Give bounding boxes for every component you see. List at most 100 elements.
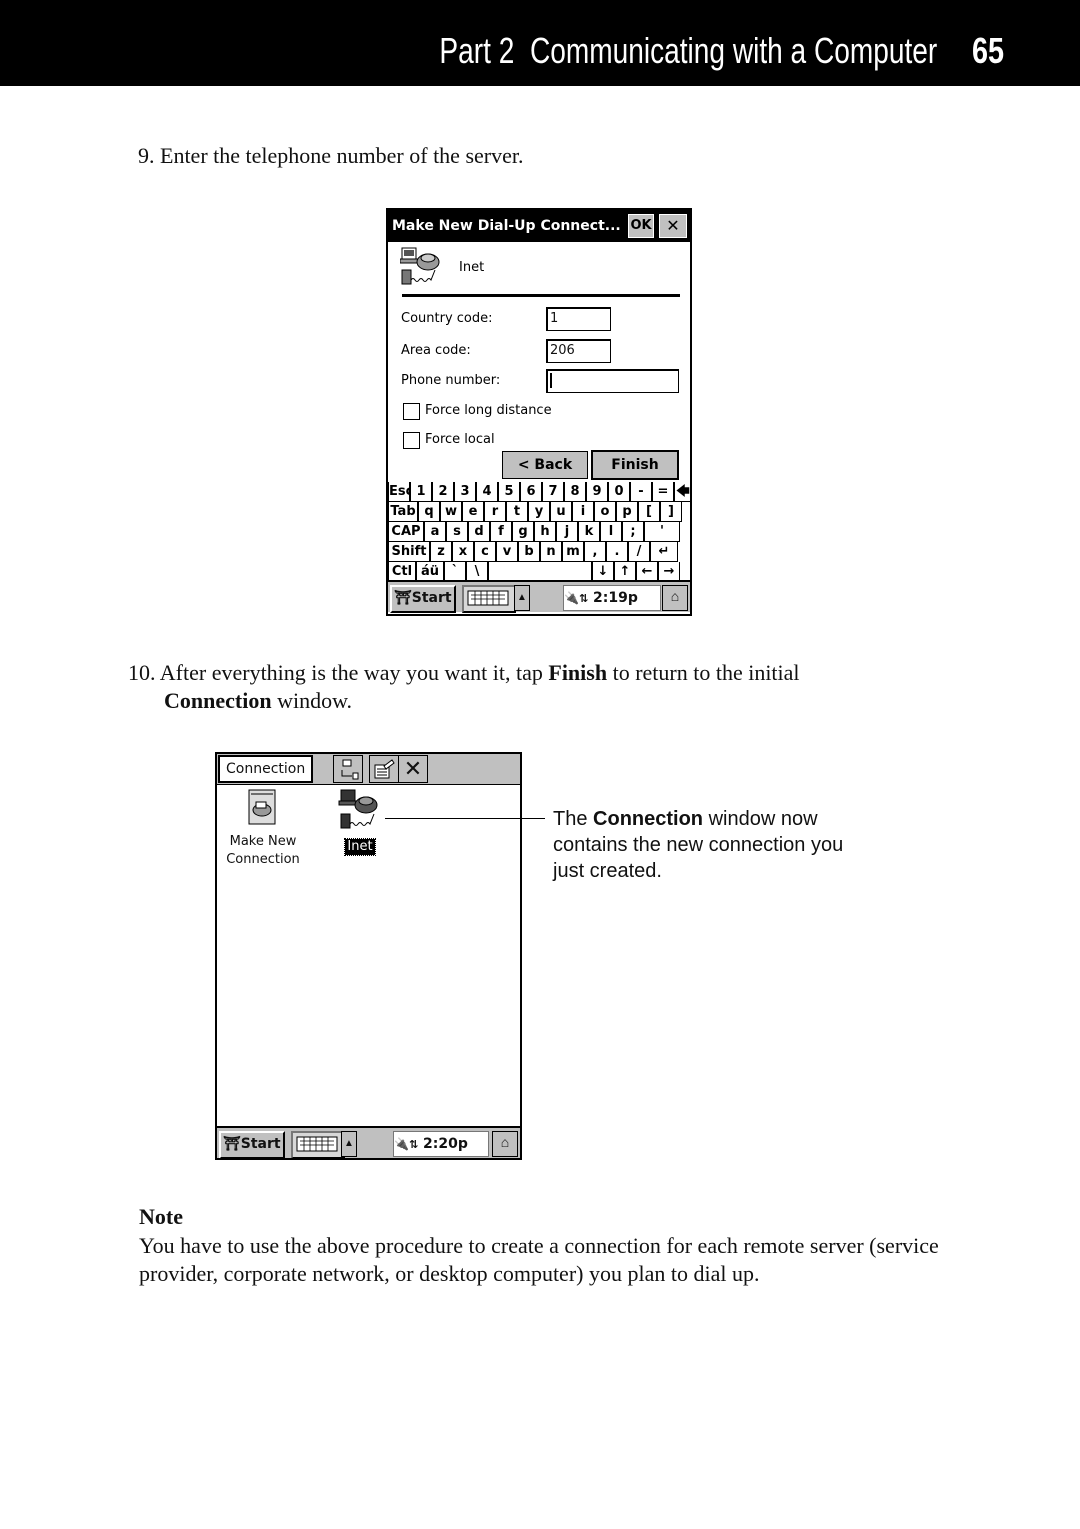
key[interactable]: ↓ xyxy=(592,562,614,582)
power-plug-icon: 🔌 xyxy=(564,591,579,605)
key[interactable]: ↑ xyxy=(614,562,636,582)
note-body: You have to use the above procedure to c… xyxy=(139,1233,939,1286)
input-panel-menu-button[interactable]: ▲ xyxy=(514,585,530,611)
taskbar: ⛩Start ▲ 🔌⇅ 2:19p ⌂ xyxy=(388,580,690,613)
key[interactable]: = xyxy=(652,482,674,502)
key[interactable]: 1 xyxy=(410,482,432,502)
key[interactable]: áü xyxy=(416,562,444,582)
key[interactable]: m xyxy=(562,542,584,562)
area-code-input[interactable]: 206 xyxy=(546,339,611,363)
key[interactable]: 0 xyxy=(608,482,630,502)
key[interactable]: e xyxy=(462,502,484,522)
step-text: After everything is the way you want it,… xyxy=(159,660,549,685)
key[interactable]: ' xyxy=(644,522,680,542)
connection-emphasis: Connection xyxy=(164,688,272,713)
key[interactable]: 9 xyxy=(586,482,608,502)
ok-button[interactable]: OK xyxy=(628,214,654,238)
clock[interactable]: 2:19p xyxy=(593,590,638,606)
key[interactable]: v xyxy=(496,542,518,562)
key[interactable]: 6 xyxy=(520,482,542,502)
key[interactable]: \ xyxy=(466,562,488,582)
key[interactable]: ↵ xyxy=(650,542,678,562)
key[interactable]: y xyxy=(528,502,550,522)
key[interactable]: t xyxy=(506,502,528,522)
connect-button[interactable] xyxy=(333,755,363,783)
key[interactable]: 🡄 xyxy=(674,482,690,502)
delete-button[interactable]: ✕ xyxy=(398,755,428,783)
force-local-checkbox[interactable] xyxy=(403,432,420,449)
key[interactable]: c xyxy=(474,542,496,562)
key[interactable]: Esc xyxy=(388,482,410,502)
phone-number-input[interactable] xyxy=(546,369,679,393)
keyboard-row: Shift z x c v b n m,. / ↵ xyxy=(388,542,678,562)
key[interactable]: 2 xyxy=(432,482,454,502)
key[interactable]: r xyxy=(484,502,506,522)
force-long-distance-label: Force long distance xyxy=(425,403,552,418)
show-desktop-button[interactable]: ⌂ xyxy=(492,1131,518,1157)
list-item[interactable]: Make New Connection xyxy=(223,788,303,869)
dialup-dialog-screenshot: Make New Dial-Up Connect... OK ✕ Inet Co… xyxy=(386,208,692,616)
key[interactable]: b xyxy=(518,542,540,562)
key[interactable]: CAP xyxy=(388,522,424,542)
connect-icon xyxy=(341,759,359,780)
windows-flag-icon: ⛩ xyxy=(223,1136,241,1152)
key[interactable]: o xyxy=(594,502,616,522)
key[interactable]: q xyxy=(418,502,440,522)
key[interactable]: f xyxy=(490,522,512,542)
key[interactable]: i xyxy=(572,502,594,522)
back-button[interactable]: < Back xyxy=(502,451,588,479)
key[interactable]: s xyxy=(446,522,468,542)
key[interactable]: l xyxy=(600,522,622,542)
key[interactable]: g xyxy=(512,522,534,542)
start-label: Start xyxy=(411,590,452,606)
key[interactable]: h xyxy=(534,522,556,542)
country-code-input[interactable]: 1 xyxy=(546,307,611,331)
key[interactable]: 8 xyxy=(564,482,586,502)
close-button[interactable]: ✕ xyxy=(659,214,687,238)
list-item[interactable]: Inet xyxy=(335,788,385,856)
key[interactable]: 7 xyxy=(542,482,564,502)
key[interactable]: → xyxy=(658,562,680,582)
key[interactable]: Ctl xyxy=(388,562,416,582)
key[interactable]: Tab xyxy=(388,502,418,522)
key[interactable]: n xyxy=(540,542,562,562)
key[interactable]: a xyxy=(424,522,446,542)
step-text: to return to the initial xyxy=(607,660,800,685)
key[interactable]: ; xyxy=(622,522,644,542)
properties-button[interactable] xyxy=(369,755,399,783)
key[interactable]: Shift xyxy=(388,542,430,562)
key[interactable]: / xyxy=(628,542,650,562)
force-long-distance-checkbox[interactable] xyxy=(403,403,420,420)
key[interactable]: 3 xyxy=(454,482,476,502)
key[interactable]: j xyxy=(556,522,578,542)
key[interactable]: [ xyxy=(638,502,660,522)
country-code-label: Country code: xyxy=(401,311,493,326)
key[interactable]: z xyxy=(430,542,452,562)
key[interactable]: x xyxy=(452,542,474,562)
key[interactable]: . xyxy=(606,542,628,562)
show-desktop-button[interactable]: ⌂ xyxy=(662,585,688,611)
keyboard-toggle-button[interactable] xyxy=(462,585,516,613)
input-panel-menu-button[interactable]: ▲ xyxy=(341,1131,357,1157)
key[interactable]: p xyxy=(616,502,638,522)
taskbar: ⛩Start ▲ 🔌⇅ 2:20p ⌂ xyxy=(217,1126,520,1158)
key[interactable]: ← xyxy=(636,562,658,582)
key[interactable]: w xyxy=(440,502,462,522)
key[interactable]: ` xyxy=(444,562,466,582)
key[interactable]: ] xyxy=(660,502,682,522)
key[interactable]: 4 xyxy=(476,482,498,502)
finish-button[interactable]: Finish xyxy=(591,450,679,480)
start-button[interactable]: ⛩Start xyxy=(390,585,456,613)
dialog-title-bar: Make New Dial-Up Connect... OK ✕ xyxy=(388,210,690,242)
key-space[interactable] xyxy=(488,562,592,582)
clock[interactable]: 2:20p xyxy=(423,1136,468,1152)
key[interactable]: k xyxy=(578,522,600,542)
keyboard-toggle-button[interactable] xyxy=(291,1131,345,1158)
start-button[interactable]: ⛩Start xyxy=(219,1131,285,1158)
key[interactable]: , xyxy=(584,542,606,562)
key[interactable]: d xyxy=(468,522,490,542)
key[interactable]: - xyxy=(630,482,652,502)
dialog-title: Make New Dial-Up Connect... xyxy=(392,218,621,234)
key[interactable]: 5 xyxy=(498,482,520,502)
key[interactable]: u xyxy=(550,502,572,522)
